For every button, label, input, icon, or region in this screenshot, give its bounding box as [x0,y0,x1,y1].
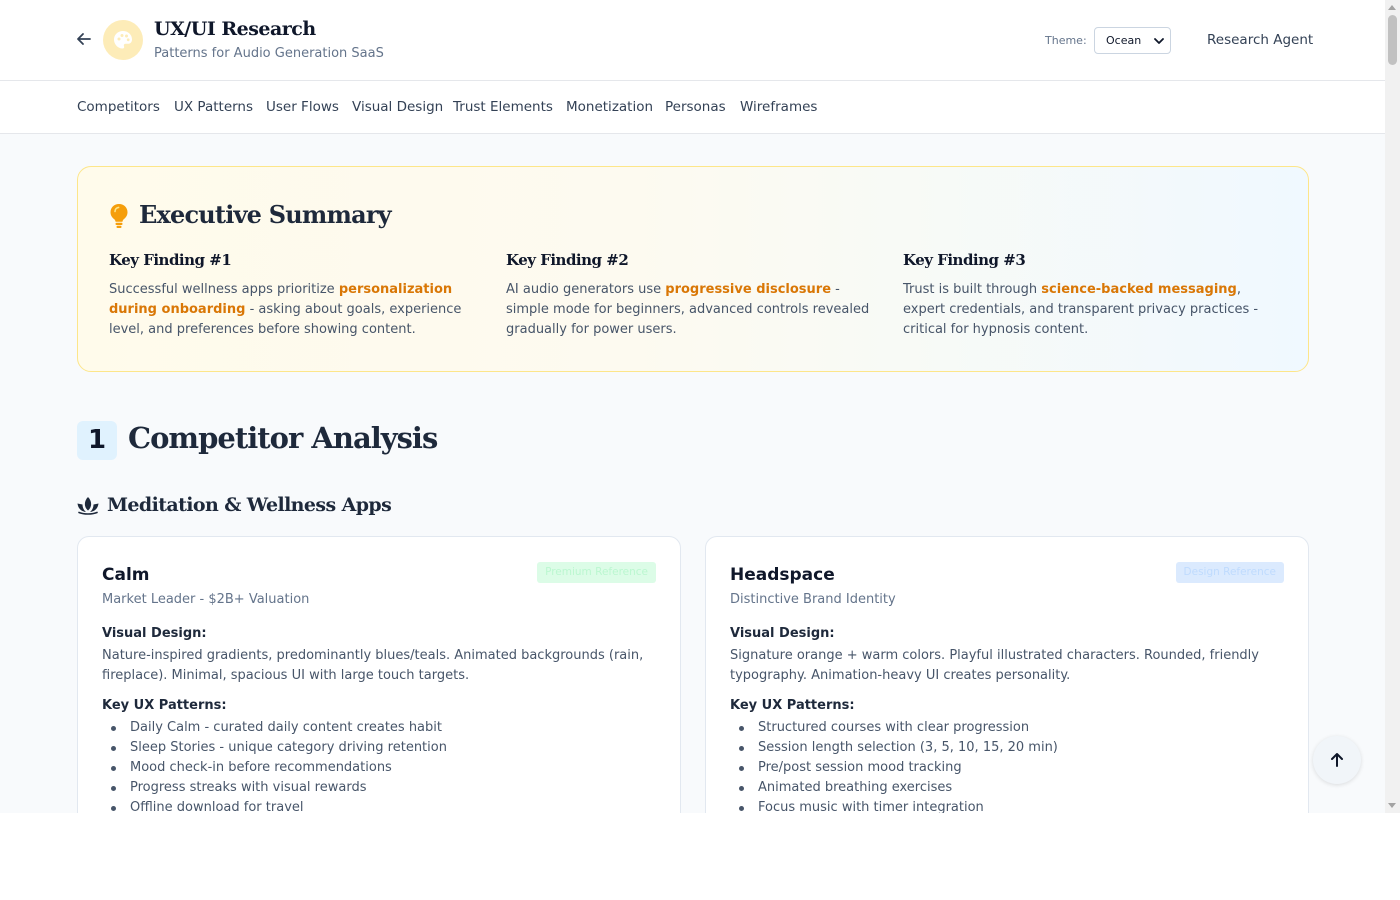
arrow-left-icon [77,33,91,45]
list-item: Progress streaks with visual rewards [102,778,447,798]
arrow-up-icon [1331,753,1343,767]
finding-title: Key Finding #3 [903,251,1026,269]
lotus-icon [77,497,99,515]
theme-select-value: Ocean [1106,34,1142,47]
list-item: Daily Calm - curated daily content creat… [102,718,447,738]
list-item: Animated breathing exercises [730,778,1058,798]
list-item: Sleep Stories - unique category driving … [102,738,447,758]
ux-patterns-list: Daily Calm - curated daily content creat… [102,718,447,813]
competitor-tagline: Distinctive Brand Identity [730,592,896,607]
scroll-to-top-button[interactable] [1313,736,1361,784]
key-finding-3: Key Finding #3 Trust is built through sc… [903,251,1273,340]
palette-icon [114,31,132,49]
list-item: Pre/post session mood tracking [730,758,1058,778]
top-header: UX/UI Research Patterns for Audio Genera… [0,0,1385,81]
visual-design-label: Visual Design: [102,626,207,641]
app-subtitle: Patterns for Audio Generation SaaS [154,46,384,61]
list-item: Session length selection (3, 5, 10, 15, … [730,738,1058,758]
nav-item-visual-design[interactable]: Visual Design [352,99,443,115]
visual-design-text: Signature orange + warm colors. Playful … [730,648,1259,683]
scroll-down-arrow[interactable] [1388,803,1396,808]
nav-item-trust-elements[interactable]: Trust Elements [453,99,553,115]
theme-label: Theme: [1045,34,1087,47]
list-item: Structured courses with clear progressio… [730,718,1058,738]
research-agent-link[interactable]: Research Agent [1207,32,1313,48]
executive-summary-panel: Executive Summary Key Finding #1 Success… [77,166,1309,372]
scroll-up-arrow[interactable] [1388,5,1396,10]
competitor-tagline: Market Leader - $2B+ Valuation [102,592,310,607]
app-title: UX/UI Research [154,18,316,40]
key-finding-1: Key Finding #1 Successful wellness apps … [109,251,469,340]
lightbulb-icon [110,204,128,228]
theme-select[interactable]: Ocean [1094,27,1171,54]
competitor-card-headspace: Headspace Design Reference Distinctive B… [705,536,1309,813]
list-item: Mood check-in before recommendations [102,758,447,778]
ux-patterns-list: Structured courses with clear progressio… [730,718,1058,813]
finding-highlight: progressive disclosure [665,282,832,297]
nav-item-monetization[interactable]: Monetization [566,99,653,115]
section-title: Competitor Analysis [128,421,438,455]
finding-title: Key Finding #1 [109,251,232,269]
app-logo [103,20,143,60]
nav-item-ux-patterns[interactable]: UX Patterns [174,99,253,115]
reference-badge: Design Reference [1175,562,1284,583]
competitor-name: Headspace [730,565,835,585]
list-item: Offline download for travel [102,798,447,813]
chevron-down-icon [1154,38,1164,44]
finding-text: AI audio generators use progressive disc… [506,282,870,337]
competitor-name: Calm [102,565,150,585]
subsection-title: Meditation & Wellness Apps [107,494,392,516]
visual-design-text: Nature-inspired gradients, predominantly… [102,648,644,683]
section-nav: Competitors UX Patterns User Flows Visua… [0,81,1385,134]
page-viewport: UX/UI Research Patterns for Audio Genera… [0,0,1385,813]
blank-area [0,813,1400,900]
list-item: Focus music with timer integration [730,798,1058,813]
reference-badge: Premium Reference [537,562,656,583]
ux-patterns-label: Key UX Patterns: [102,698,227,713]
nav-item-user-flows[interactable]: User Flows [266,99,339,115]
finding-text: Trust is built through science-backed me… [903,282,1259,337]
scrollbar-thumb[interactable] [1388,15,1397,65]
key-finding-2: Key Finding #2 AI audio generators use p… [506,251,886,340]
section-number: 1 [77,421,117,460]
ux-patterns-label: Key UX Patterns: [730,698,855,713]
page-scrollbar[interactable] [1385,0,1400,813]
nav-item-competitors[interactable]: Competitors [77,99,160,115]
nav-item-wireframes[interactable]: Wireframes [740,99,817,115]
executive-summary-title: Executive Summary [139,200,392,229]
nav-item-personas[interactable]: Personas [665,99,726,115]
back-button[interactable] [73,28,95,50]
finding-title: Key Finding #2 [506,251,629,269]
visual-design-label: Visual Design: [730,626,835,641]
finding-highlight: science-backed messaging [1041,282,1237,297]
finding-text: Successful wellness apps prioritize pers… [109,282,462,337]
competitor-card-calm: Calm Premium Reference Market Leader - $… [77,536,681,813]
